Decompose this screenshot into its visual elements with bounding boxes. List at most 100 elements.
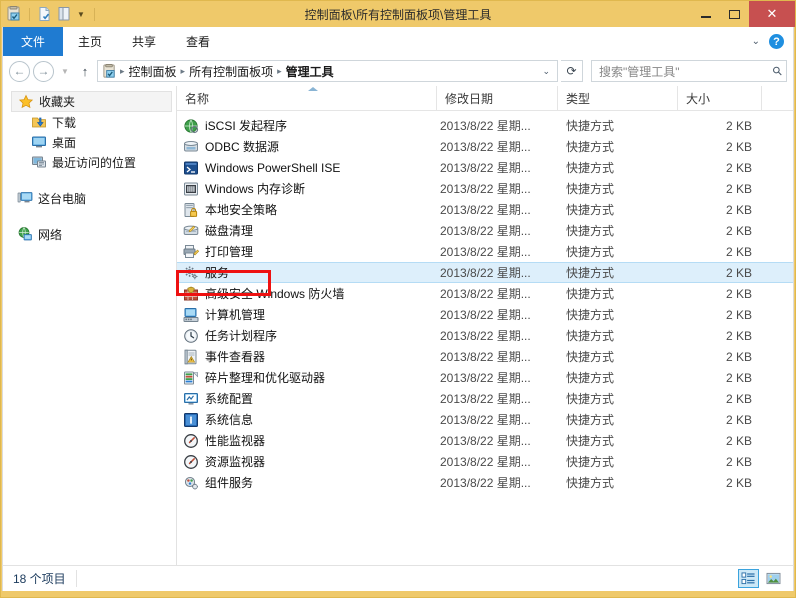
- system-config-icon: [183, 391, 199, 407]
- table-row[interactable]: 计算机管理 2013/8/22 星期... 快捷方式 2 KB: [177, 304, 793, 325]
- file-name-cell[interactable]: ODBC 数据源: [177, 138, 437, 155]
- table-row[interactable]: 高级安全 Windows 防火墙 2013/8/22 星期... 快捷方式 2 KB: [177, 283, 793, 304]
- sidebar-item-downloads[interactable]: 下载: [3, 112, 176, 132]
- back-button[interactable]: ←: [9, 60, 30, 82]
- window-title: 控制面板\所有控制面板项\管理工具: [304, 7, 492, 22]
- file-name-cell[interactable]: 系统信息: [177, 411, 437, 428]
- table-row[interactable]: 服务 2013/8/22 星期... 快捷方式 2 KB: [177, 262, 793, 283]
- sidebar-item-desktop[interactable]: 桌面: [3, 132, 176, 152]
- forward-button[interactable]: →: [33, 60, 54, 82]
- tab-home[interactable]: 主页: [63, 27, 117, 56]
- breadcrumb-item-control-panel[interactable]: 控制面板: [126, 63, 180, 80]
- file-name-cell[interactable]: 服务: [177, 264, 437, 281]
- refresh-button[interactable]: ⟳: [561, 60, 583, 82]
- file-name-label: ODBC 数据源: [205, 140, 280, 154]
- file-date-cell: 2013/8/22 星期...: [440, 161, 531, 175]
- tab-view[interactable]: 查看: [171, 27, 225, 56]
- file-type-cell: 快捷方式: [566, 329, 615, 343]
- large-icons-view-button[interactable]: [763, 569, 784, 588]
- back-arrow-icon: ←: [13, 64, 26, 78]
- breadcrumb-item-admin-tools[interactable]: 管理工具: [283, 63, 337, 80]
- table-row[interactable]: iSCSI 发起程序 2013/8/22 星期... 快捷方式 2 KB: [177, 115, 793, 136]
- table-row[interactable]: 磁盘清理 2013/8/22 星期... 快捷方式 2 KB: [177, 220, 793, 241]
- breadcrumb[interactable]: ▸ 控制面板 ▸ 所有控制面板项 ▸ 管理工具 ⌄: [97, 60, 558, 82]
- column-header-size[interactable]: 大小: [678, 86, 762, 110]
- disk-cleanup-icon: [183, 223, 199, 239]
- properties-icon[interactable]: [56, 6, 72, 22]
- file-name-cell[interactable]: 性能监视器: [177, 432, 437, 449]
- component-services-icon: [183, 475, 199, 491]
- recent-locations-button[interactable]: ▼: [57, 60, 73, 82]
- sidebar-item-network[interactable]: 网络: [3, 224, 176, 244]
- file-name-cell[interactable]: 计算机管理: [177, 306, 437, 323]
- search-input[interactable]: 搜索"管理工具": [599, 63, 773, 80]
- qat-dropdown-chevron-icon[interactable]: ▼: [75, 7, 87, 21]
- table-row[interactable]: 任务计划程序 2013/8/22 星期... 快捷方式 2 KB: [177, 325, 793, 346]
- file-name-cell[interactable]: 系统配置: [177, 390, 437, 407]
- file-name-cell[interactable]: 事件查看器: [177, 348, 437, 365]
- column-header-date-modified[interactable]: 修改日期: [437, 86, 558, 110]
- item-count-label: 18 个项目: [13, 570, 77, 587]
- minimize-button[interactable]: [691, 1, 720, 27]
- file-type-cell: 快捷方式: [566, 224, 615, 238]
- file-name-cell[interactable]: 磁盘清理: [177, 222, 437, 239]
- file-date-cell: 2013/8/22 星期...: [440, 434, 531, 448]
- search-box[interactable]: 搜索"管理工具" ⚲: [591, 60, 787, 82]
- file-name-cell[interactable]: 打印管理: [177, 243, 437, 260]
- tab-share[interactable]: 共享: [117, 27, 171, 56]
- sidebar-item-this-pc[interactable]: 这台电脑: [3, 188, 176, 208]
- table-row[interactable]: 本地安全策略 2013/8/22 星期... 快捷方式 2 KB: [177, 199, 793, 220]
- file-name-cell[interactable]: Windows PowerShell ISE: [177, 160, 437, 176]
- table-row[interactable]: 资源监视器 2013/8/22 星期... 快捷方式 2 KB: [177, 451, 793, 472]
- table-row[interactable]: ODBC 数据源 2013/8/22 星期... 快捷方式 2 KB: [177, 136, 793, 157]
- file-date-cell: 2013/8/22 星期...: [440, 308, 531, 322]
- file-name-cell[interactable]: 组件服务: [177, 474, 437, 491]
- file-name-label: 服务: [205, 266, 230, 280]
- column-header-type[interactable]: 类型: [558, 86, 678, 110]
- column-header-name[interactable]: 名称: [177, 86, 437, 110]
- expand-ribbon-chevron-icon[interactable]: ⌄: [752, 36, 760, 47]
- up-button[interactable]: ↑: [76, 60, 94, 82]
- minimize-icon: [700, 15, 711, 18]
- task-scheduler-icon: [184, 328, 198, 343]
- file-date-cell: 2013/8/22 星期...: [440, 182, 531, 196]
- powershell-ise-icon: [184, 161, 198, 174]
- file-name-label: 磁盘清理: [205, 224, 254, 238]
- file-name-cell[interactable]: 碎片整理和优化驱动器: [177, 369, 437, 386]
- tab-file[interactable]: 文件: [3, 27, 64, 56]
- table-row[interactable]: 事件查看器 2013/8/22 星期... 快捷方式 2 KB: [177, 346, 793, 367]
- maximize-button[interactable]: [720, 1, 749, 27]
- file-name-cell[interactable]: 资源监视器: [177, 453, 437, 470]
- file-name-cell[interactable]: 本地安全策略: [177, 201, 437, 218]
- sidebar-item-favorites[interactable]: 收藏夹: [11, 91, 172, 112]
- sidebar-item-recent-places[interactable]: 最近访问的位置: [3, 152, 176, 172]
- table-row[interactable]: Windows 内存诊断 2013/8/22 星期... 快捷方式 2 KB: [177, 178, 793, 199]
- file-size-cell: 2 KB: [725, 307, 752, 322]
- file-name-label: 组件服务: [205, 476, 254, 490]
- file-date-cell: 2013/8/22 星期...: [440, 140, 531, 154]
- help-icon[interactable]: ?: [769, 34, 784, 49]
- file-date-cell: 2013/8/22 星期...: [440, 476, 531, 490]
- breadcrumb-dropdown-icon[interactable]: ⌄: [537, 66, 555, 77]
- close-button[interactable]: ✕: [749, 1, 795, 27]
- file-name-cell[interactable]: iSCSI 发起程序: [177, 117, 437, 134]
- file-size-cell: 2 KB: [725, 244, 752, 259]
- new-folder-icon[interactable]: [37, 6, 53, 22]
- table-row[interactable]: 系统信息 2013/8/22 星期... 快捷方式 2 KB: [177, 409, 793, 430]
- table-row[interactable]: 打印管理 2013/8/22 星期... 快捷方式 2 KB: [177, 241, 793, 262]
- services-icon: [183, 265, 199, 281]
- file-name-cell[interactable]: 高级安全 Windows 防火墙: [177, 285, 437, 302]
- table-row[interactable]: 组件服务 2013/8/22 星期... 快捷方式 2 KB: [177, 472, 793, 493]
- table-row[interactable]: Windows PowerShell ISE 2013/8/22 星期... 快捷方…: [177, 157, 793, 178]
- breadcrumb-item-all-items[interactable]: 所有控制面板项: [186, 63, 276, 80]
- details-view-button[interactable]: [738, 569, 759, 588]
- local-security-policy-icon: [183, 202, 199, 218]
- file-name-cell[interactable]: 任务计划程序: [177, 327, 437, 344]
- firewall-icon: [183, 286, 199, 302]
- details-view-icon: [741, 572, 755, 585]
- table-row[interactable]: 碎片整理和优化驱动器 2013/8/22 星期... 快捷方式 2 KB: [177, 367, 793, 388]
- table-row[interactable]: 性能监视器 2013/8/22 星期... 快捷方式 2 KB: [177, 430, 793, 451]
- control-panel-icon[interactable]: [6, 6, 22, 22]
- table-row[interactable]: 系统配置 2013/8/22 星期... 快捷方式 2 KB: [177, 388, 793, 409]
- file-name-cell[interactable]: Windows 内存诊断: [177, 180, 437, 197]
